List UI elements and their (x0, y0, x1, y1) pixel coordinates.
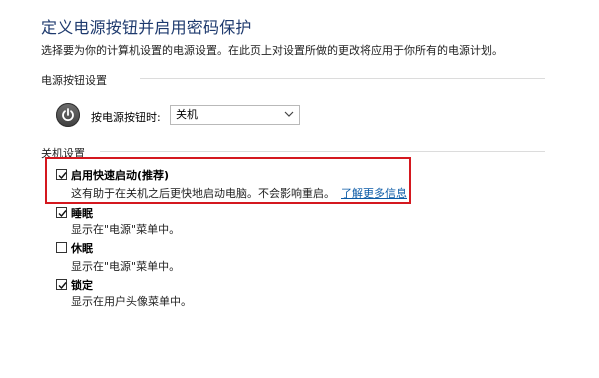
page-description: 选择要为你的计算机设置的电源设置。在此页上对设置所做的更改将应用于你所有的电源计… (41, 44, 503, 57)
lock-label[interactable]: 锁定 (71, 277, 93, 293)
hibernate-checkbox[interactable] (56, 242, 67, 253)
power-button-action-label: 按电源按钮时: (91, 111, 161, 124)
checkmark-icon (58, 282, 67, 290)
section-divider (100, 151, 545, 152)
page-title: 定义电源按钮并启用密码保护 (41, 18, 252, 37)
lock-checkbox[interactable] (56, 279, 67, 290)
power-button-action-select[interactable]: 关机 (170, 105, 300, 125)
sleep-checkbox[interactable] (56, 207, 67, 218)
power-button-section-label: 电源按钮设置 (41, 72, 113, 88)
hibernate-description: 显示在"电源"菜单中。 (71, 260, 181, 273)
power-button-graphic (56, 103, 80, 127)
hibernate-label[interactable]: 休眠 (71, 240, 93, 256)
sleep-label[interactable]: 睡眠 (71, 205, 93, 221)
select-value: 关机 (176, 108, 198, 121)
chevron-down-icon (284, 111, 294, 117)
lock-description: 显示在用户头像菜单中。 (71, 295, 192, 308)
power-icon (62, 108, 74, 122)
sleep-description: 显示在"电源"菜单中。 (71, 223, 181, 236)
checkmark-icon (58, 210, 67, 218)
section-divider (140, 78, 545, 79)
highlight-annotation-box (45, 157, 411, 204)
